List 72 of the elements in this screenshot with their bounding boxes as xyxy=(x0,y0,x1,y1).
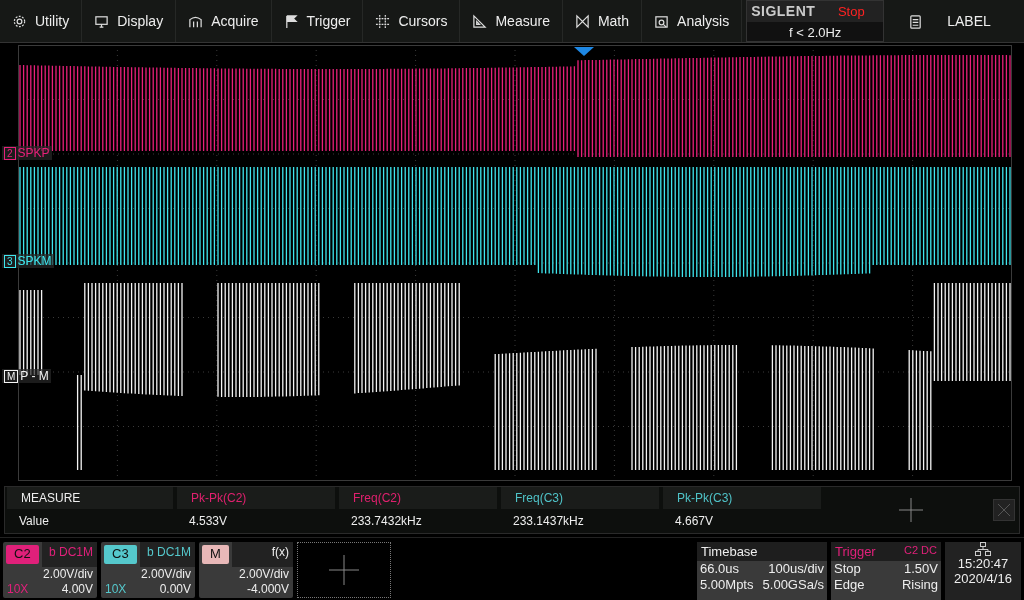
trace-label: P - M xyxy=(20,369,49,383)
menu-button[interactable]: Math xyxy=(562,0,643,42)
channel-panel[interactable]: C3 b DC1M 2.00V/div 10X 0.00V xyxy=(101,542,195,598)
measure-value: 233.7432kHz xyxy=(350,513,423,530)
channel-marker[interactable]: 2 xyxy=(4,146,16,160)
menu-button[interactable]: Measure xyxy=(460,0,563,42)
vertical-scale: 2.00V/div xyxy=(238,566,289,583)
channel-panel[interactable]: M f(x) 2.00V/div -4.000V xyxy=(199,542,293,598)
trigger-title: Trigger xyxy=(835,544,876,559)
channel-coupling: f(x) xyxy=(231,542,293,567)
clipboard-icon xyxy=(908,13,924,29)
menu-button[interactable]: Analysis xyxy=(642,0,743,42)
channel-coupling: b DC1M xyxy=(41,542,97,567)
trigger-type: Edge xyxy=(834,577,865,593)
menu-button[interactable]: Acquire xyxy=(176,0,272,42)
sample-rate: 5.00GSa/s xyxy=(762,577,824,593)
clock-time: 15:20:47 xyxy=(957,556,1009,571)
ruler-icon xyxy=(472,13,488,29)
trigger-position-marker[interactable] xyxy=(574,47,594,56)
measure-title: MEASURE xyxy=(7,487,173,509)
cursor-icon xyxy=(375,13,391,29)
menu-button[interactable]: Display xyxy=(82,0,177,42)
memory-depth: 5.00Mpts xyxy=(700,577,754,593)
add-channel-button[interactable] xyxy=(297,542,391,598)
trace-label: SPKP xyxy=(17,146,50,160)
measure-name[interactable]: Pk-Pk(C2) xyxy=(177,487,335,509)
trigger-source: C2 DC xyxy=(904,544,937,558)
timebase-scale: 100us/div xyxy=(768,561,824,577)
trace-label: SPKM xyxy=(17,254,52,268)
measure-value: 4.533V xyxy=(188,513,229,530)
trigger-state: Stop xyxy=(834,561,861,577)
vertical-offset: 4.00V xyxy=(61,582,93,598)
trigger-panel[interactable]: Trigger C2 DC Stop 1.50V Edge Rising xyxy=(831,542,941,600)
probe-ratio: 10X xyxy=(105,582,127,598)
brand-logo: SIGLENT xyxy=(747,1,820,22)
timebase-panel[interactable]: Timebase 66.0us 100us/div 5.00Mpts 5.00GSa/s xyxy=(697,542,827,600)
channel-tag: C3 xyxy=(104,545,137,564)
channel-tag: M xyxy=(202,545,229,564)
trigger-slope: Rising xyxy=(901,577,938,593)
channel-marker[interactable]: M xyxy=(4,369,19,383)
monitor-icon xyxy=(94,13,110,29)
flag-icon xyxy=(283,13,299,29)
measure-value: 233.1437kHz xyxy=(512,513,585,530)
measure-name[interactable]: Freq(C2) xyxy=(339,487,497,509)
row-label: Value xyxy=(18,513,50,530)
label-button[interactable]: LABEL xyxy=(902,12,997,30)
measure-name[interactable]: Pk-Pk(C3) xyxy=(663,487,821,509)
clock-date: 2020/4/16 xyxy=(954,571,1012,586)
vertical-offset: -4.000V xyxy=(246,582,289,598)
vertical-scale: 2.00V/div xyxy=(140,566,191,583)
channel-marker[interactable]: 3 xyxy=(4,254,16,268)
math-icon xyxy=(574,13,590,29)
trigger-frequency: f < 2.0Hz xyxy=(788,24,843,41)
measure-name[interactable]: Freq(C3) xyxy=(501,487,659,509)
probe-ratio: 10X xyxy=(7,582,29,598)
vertical-scale: 2.00V/div xyxy=(42,566,93,583)
menu-button[interactable]: Cursors xyxy=(363,0,461,42)
network-icon xyxy=(975,542,991,556)
channel-panel[interactable]: C2 b DC1M 2.00V/div 10X 4.00V xyxy=(3,542,97,598)
add-icon xyxy=(329,555,359,585)
trigger-level: 1.50V xyxy=(904,561,938,577)
timebase-title: Timebase xyxy=(697,542,827,561)
channel-tag: C2 xyxy=(6,545,39,564)
timebase-delay: 66.0us xyxy=(700,561,740,577)
analysis-icon xyxy=(654,13,670,29)
channel-coupling: b DC1M xyxy=(139,542,195,567)
gear-icon xyxy=(12,13,27,29)
measure-value: 4.667V xyxy=(674,513,715,530)
menu-button[interactable]: Utility xyxy=(0,0,83,42)
run-state[interactable]: Stop xyxy=(819,1,884,22)
menu-button[interactable]: Trigger xyxy=(271,0,364,42)
vertical-offset: 0.00V xyxy=(159,582,191,598)
